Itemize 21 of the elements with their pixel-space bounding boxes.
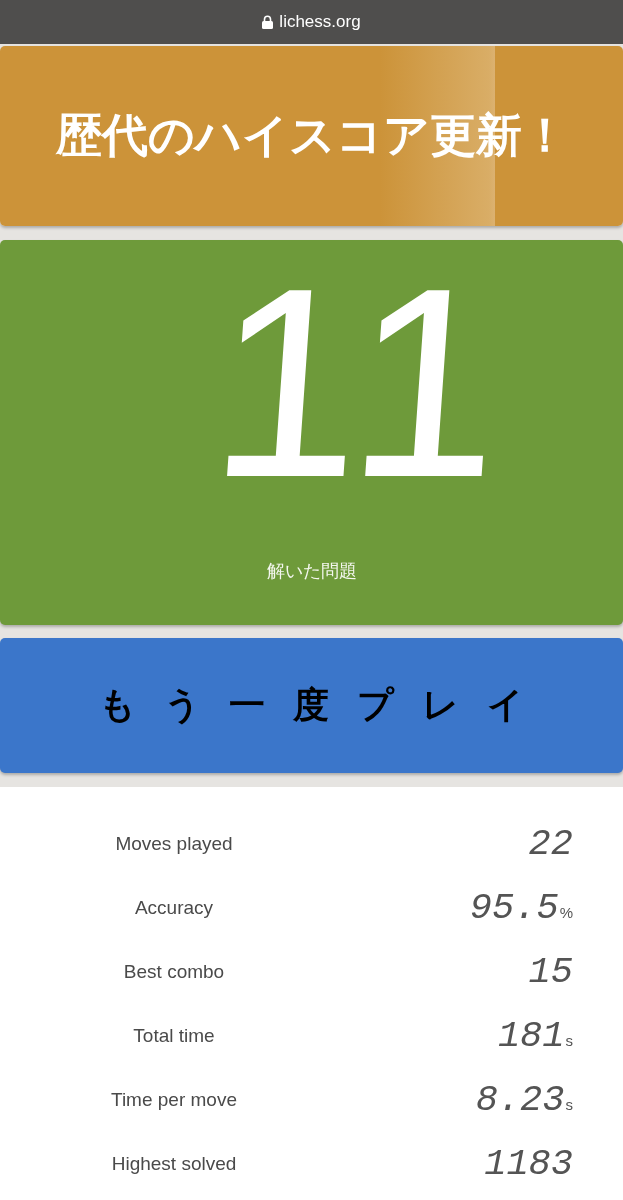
stat-label: Highest solved [111,1153,237,1175]
stat-unit: % [559,904,573,921]
score-label: 解いた問題 [266,559,357,583]
score-value: 11 [203,248,520,518]
stat-value: 181 [497,1016,565,1056]
play-again-button[interactable]: もう一度プレイ [0,638,623,773]
stat-value: 95.5 [469,888,559,928]
banner-title: 歴代のハイスコア更新！ [55,107,568,164]
stat-value: 22 [528,824,573,864]
stat-value: 15 [528,952,573,992]
stat-label: Best combo [123,961,225,983]
stat-label: Moves played [115,833,233,855]
stat-label: Time per move [111,1089,237,1111]
stat-label: Accuracy [134,897,214,919]
lock-icon [262,15,274,29]
stat-unit: s [565,1096,573,1113]
stat-value: 1183 [484,1144,573,1184]
stat-label: Total time [133,1025,215,1047]
stat-unit: s [565,1032,573,1049]
url-text[interactable]: lichess.org [279,12,361,32]
stat-value: 8.23 [475,1080,565,1120]
